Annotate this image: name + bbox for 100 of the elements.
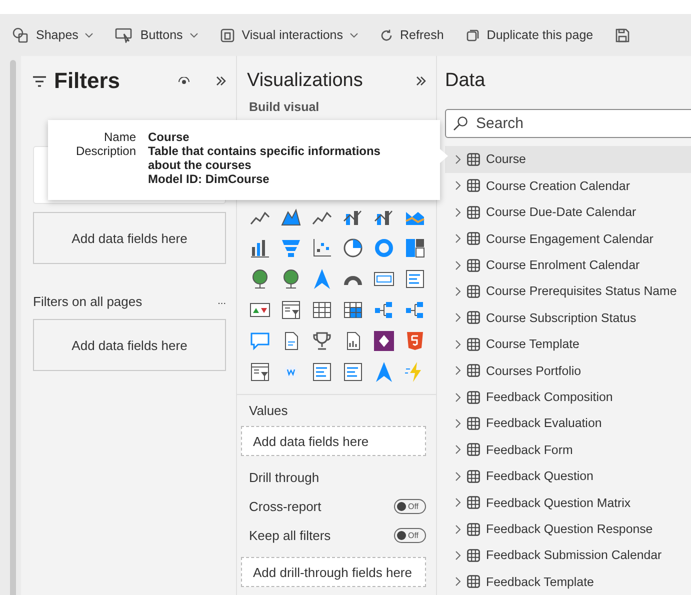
- table-list-item[interactable]: Feedback Form: [445, 436, 691, 464]
- refresh-icon: [380, 28, 394, 42]
- toolbar-button[interactable]: Visual interactions: [220, 24, 358, 46]
- expand-chevron-icon[interactable]: [455, 472, 461, 481]
- section-label: Values: [249, 403, 288, 418]
- expand-chevron-icon[interactable]: [455, 445, 461, 454]
- app-icon[interactable]: [373, 330, 395, 352]
- expand-chevron-icon[interactable]: [455, 340, 461, 349]
- expand-chevron-icon[interactable]: [455, 154, 461, 164]
- tree-icon[interactable]: [373, 299, 395, 321]
- duplicate-icon: [466, 28, 480, 42]
- table-list-item[interactable]: Course Template: [445, 331, 691, 358]
- trophy-icon[interactable]: [311, 330, 333, 352]
- section-label: Filters on all pages: [33, 294, 142, 309]
- tooltip-value: Course: [148, 130, 190, 144]
- expand-chevron-icon[interactable]: [455, 498, 461, 508]
- expand-chevron-icon[interactable]: [455, 577, 461, 586]
- arrow-icon[interactable]: [373, 361, 395, 383]
- toolbar-button[interactable]: Duplicate this page: [466, 24, 594, 46]
- donut-chart-icon[interactable]: [373, 237, 395, 259]
- toolbar-button[interactable]: Buttons: [115, 23, 198, 47]
- area-chart-icon[interactable]: [280, 206, 302, 228]
- scatter-chart-icon[interactable]: [311, 237, 333, 259]
- list-icon[interactable]: [311, 361, 333, 383]
- shield-icon[interactable]: [404, 330, 426, 352]
- arrow-icon[interactable]: [311, 268, 333, 290]
- table-list-item[interactable]: Feedback Submission Calendar: [445, 542, 691, 569]
- table-list-item[interactable]: Feedback Evaluation: [445, 410, 691, 437]
- table-icon[interactable]: [311, 299, 333, 321]
- table-list-item[interactable]: Course Enrolment Calendar: [445, 252, 691, 278]
- table-icon: [467, 522, 480, 536]
- list-icon[interactable]: [342, 361, 364, 383]
- table-icon: [467, 311, 480, 324]
- bar-chart-icon[interactable]: [249, 237, 271, 259]
- expand-chevron-icon[interactable]: [455, 260, 461, 270]
- caret-icon: [190, 32, 198, 38]
- expand-chevron-icon[interactable]: [455, 366, 461, 376]
- treemap-icon[interactable]: [404, 237, 426, 259]
- table-list-item[interactable]: Courses Portfolio: [445, 357, 691, 384]
- table-list-item[interactable]: Feedback Question Matrix: [445, 489, 691, 516]
- table-list-item[interactable]: Course Engagement Calendar: [445, 225, 691, 252]
- table-list-item[interactable]: Course: [445, 146, 691, 173]
- drop-zone[interactable]: Add data fields here: [33, 319, 226, 371]
- expand-icon[interactable]: [416, 76, 426, 86]
- toggle-switch[interactable]: Off: [394, 499, 426, 514]
- table-list-item[interactable]: Course Subscription Status: [445, 304, 691, 332]
- table-icon: [467, 179, 480, 192]
- expand-chevron-icon[interactable]: [455, 392, 461, 402]
- table-icon: [467, 232, 480, 246]
- pie-chart-icon[interactable]: [342, 237, 364, 259]
- table-icon: [467, 496, 480, 510]
- table-list-item[interactable]: Course Due-Date Calendar: [445, 198, 691, 226]
- expand-chevron-icon[interactable]: [455, 313, 461, 322]
- table-icon: [467, 338, 480, 351]
- search-icon: [453, 116, 468, 132]
- table-list-item[interactable]: Course Prerequisites Status Name: [445, 278, 691, 305]
- toggle-switch[interactable]: Off: [394, 528, 426, 543]
- toggle-label: Keep all filters: [249, 528, 331, 543]
- tooltip-label: Description: [74, 144, 136, 160]
- tooltip-value: Table that contains specific informations about the courses: [148, 144, 382, 172]
- speech-bubble-icon[interactable]: [249, 330, 271, 352]
- table-icon: [467, 152, 480, 166]
- pane-title: Filters: [54, 68, 120, 94]
- expand-chevron-icon[interactable]: [455, 418, 461, 428]
- matrix-icon[interactable]: [342, 299, 364, 321]
- drop-zone[interactable]: Add data fields here: [241, 426, 426, 456]
- table-icon: [467, 548, 480, 562]
- drop-zone[interactable]: Add data fields here: [33, 212, 226, 264]
- table-icon: [467, 206, 480, 219]
- more-options[interactable]: ...: [218, 296, 226, 307]
- expand-chevron-icon[interactable]: [455, 524, 461, 534]
- toolbar-button[interactable]: Refresh: [380, 24, 444, 46]
- expand-chevron-icon[interactable]: [455, 208, 461, 217]
- table-list-item[interactable]: Feedback Question Response: [445, 516, 691, 542]
- tree-icon[interactable]: [404, 299, 426, 321]
- table-icon: [467, 575, 480, 588]
- table-list-item[interactable]: Course Creation Calendar: [445, 172, 691, 199]
- list-icon[interactable]: [404, 268, 426, 290]
- collapse-icon[interactable]: [216, 76, 226, 86]
- table-list-item[interactable]: Feedback Composition: [445, 384, 691, 410]
- search-field[interactable]: Search: [445, 109, 691, 138]
- caret-icon: [350, 32, 358, 38]
- expand-chevron-icon[interactable]: [455, 181, 461, 190]
- caret-icon: [85, 32, 94, 38]
- table-icon: [467, 416, 480, 430]
- slicer-icon[interactable]: [249, 361, 271, 383]
- slicer-icon[interactable]: [280, 299, 302, 321]
- funnel-icon[interactable]: [280, 237, 302, 259]
- toggle-label: Cross-report: [249, 499, 322, 514]
- interactions-icon: [220, 28, 235, 42]
- eye-icon[interactable]: [178, 77, 190, 85]
- expand-chevron-icon[interactable]: [455, 234, 461, 244]
- table-list-item[interactable]: Feedback Question: [445, 463, 691, 490]
- table-list-item[interactable]: Feedback Template: [445, 568, 691, 595]
- toolbar-button[interactable]: Shapes: [12, 22, 94, 48]
- expand-chevron-icon[interactable]: [455, 286, 461, 296]
- drop-zone[interactable]: Add drill-through fields here: [241, 557, 426, 587]
- pane-title: Data: [445, 70, 486, 92]
- section-label: Drill through: [249, 470, 320, 485]
- expand-chevron-icon[interactable]: [455, 550, 461, 560]
